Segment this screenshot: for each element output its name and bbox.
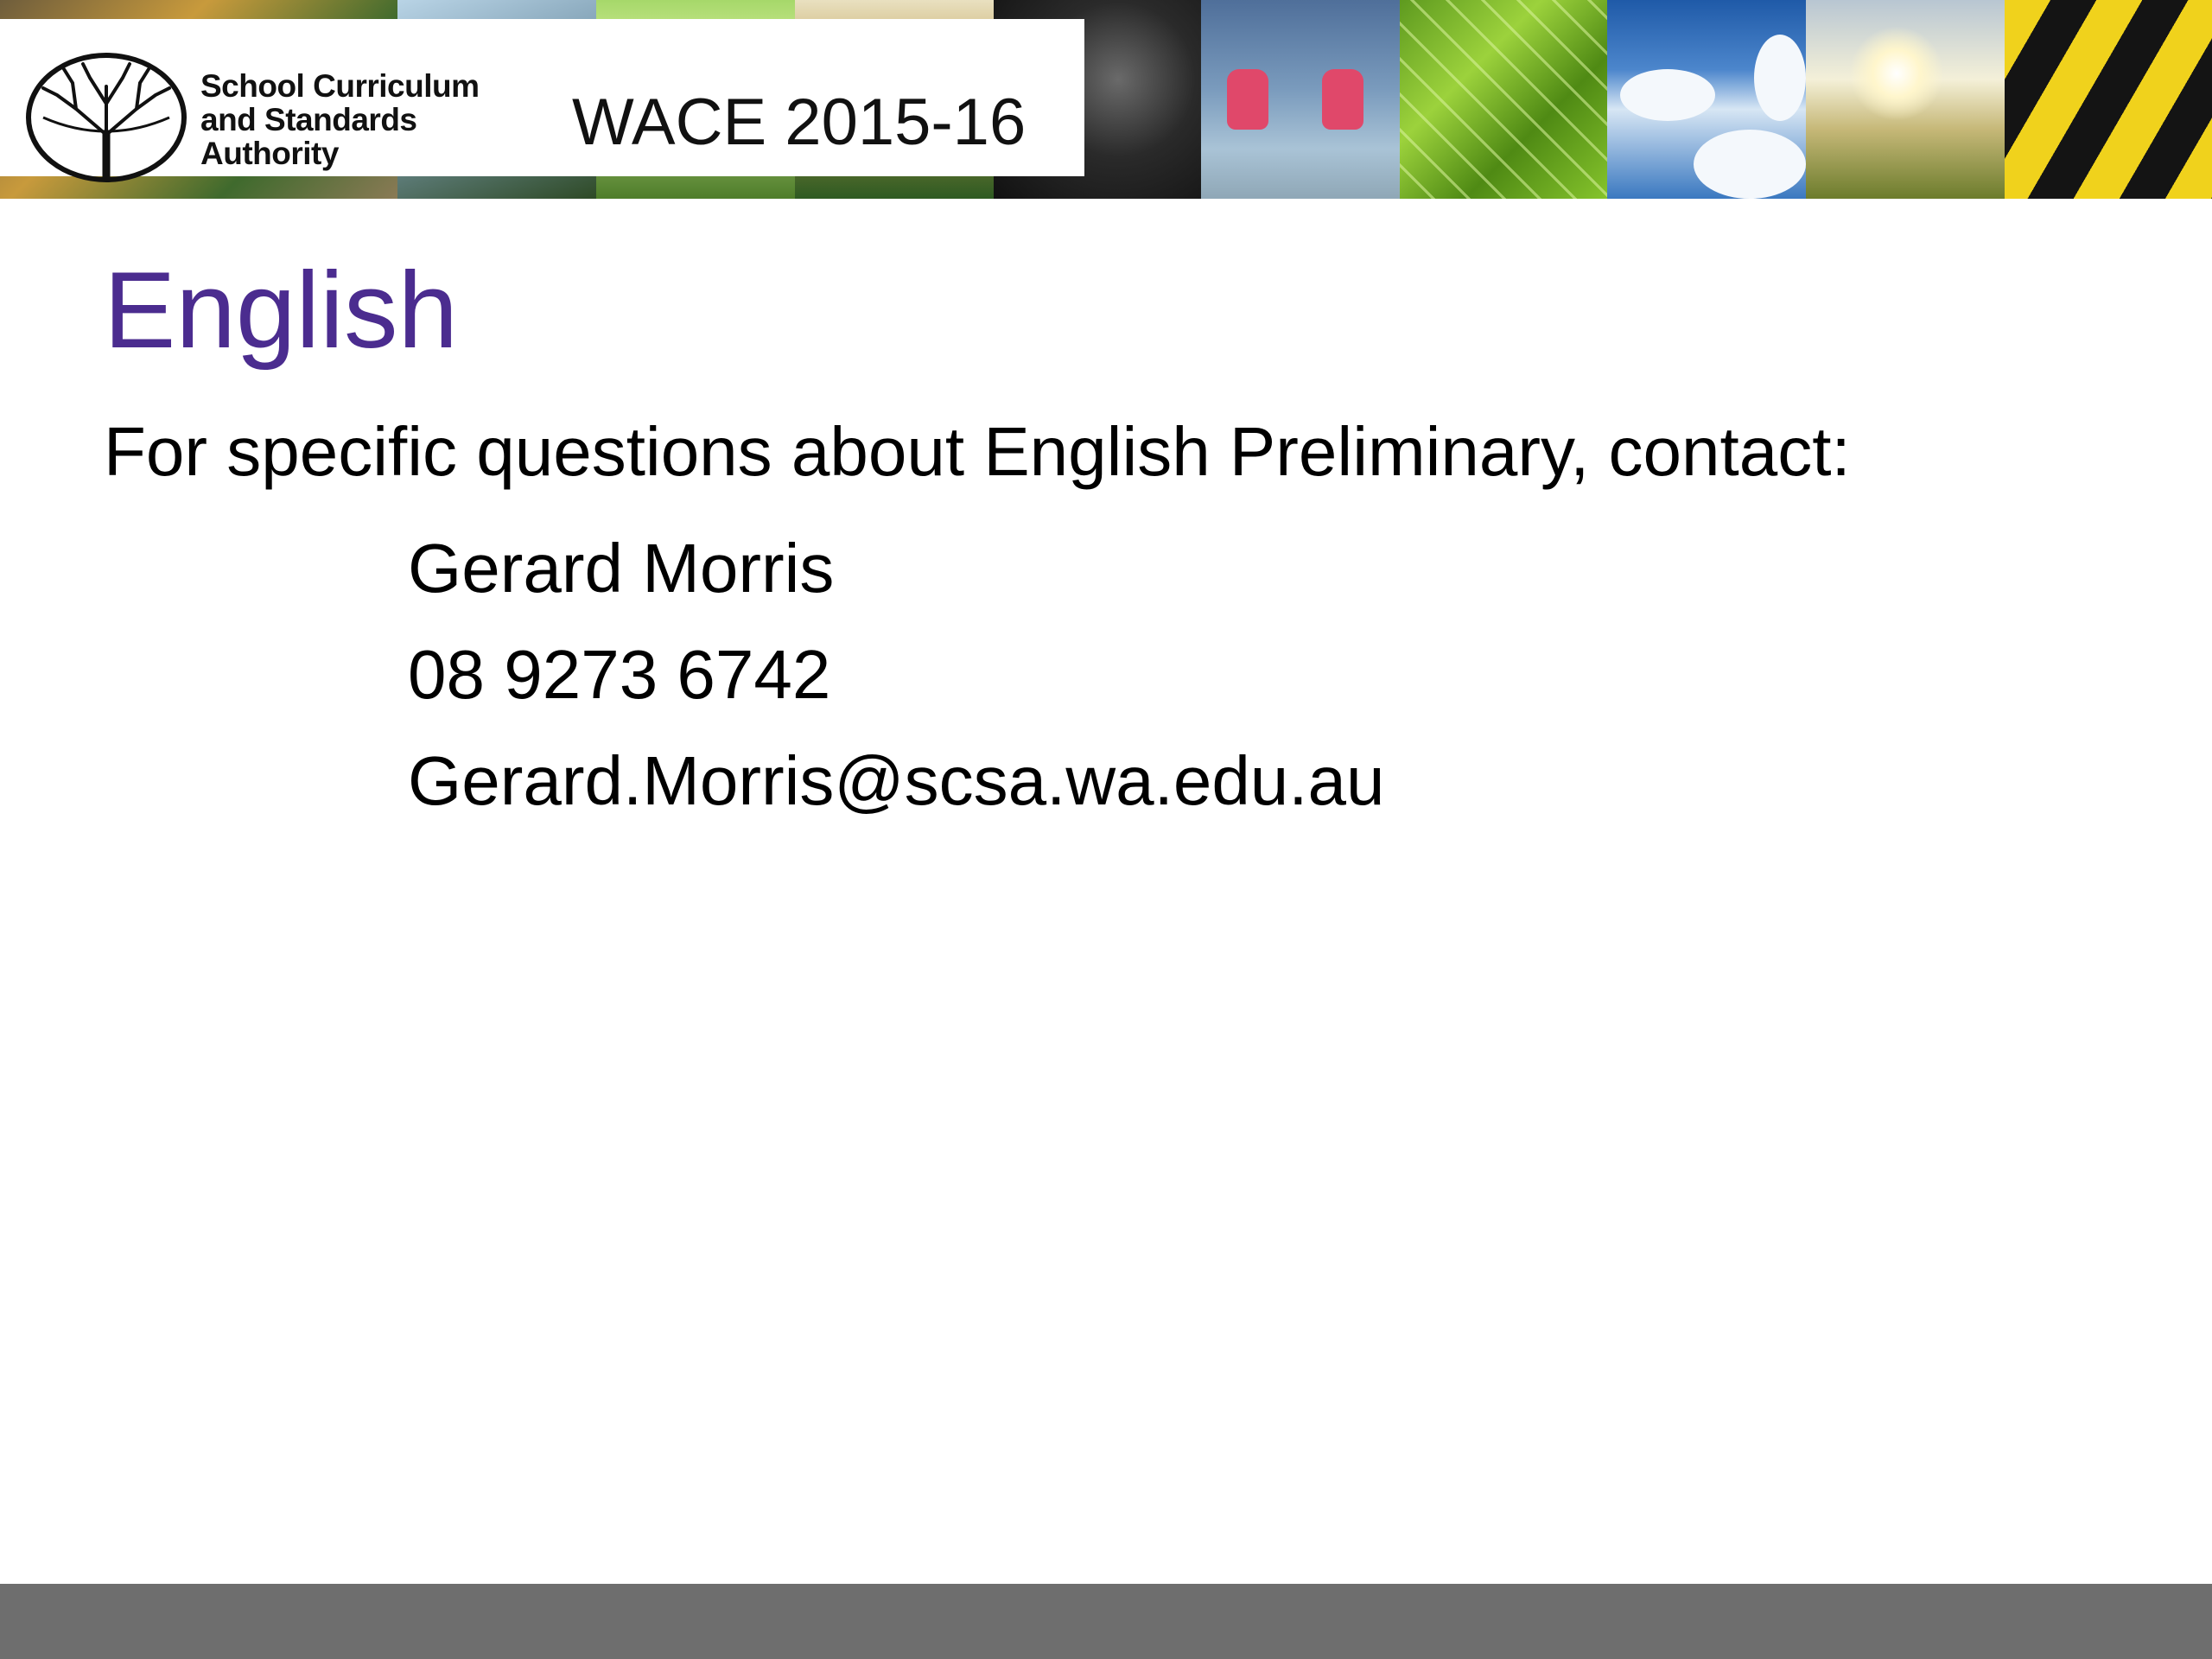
authority-name: School Curriculum and Standards Authorit… (200, 69, 529, 170)
authority-name-line: Authority (200, 136, 339, 171)
contact-email: Gerard.Morris@scsa.wa.edu.au (408, 742, 1385, 819)
sneaker-shape (1227, 69, 1268, 130)
contact-phone: 08 9273 6742 (408, 636, 831, 713)
authority-name-line: School Curriculum (200, 68, 480, 104)
cloud-shape (1754, 35, 1806, 121)
tree-logo-icon (26, 53, 187, 182)
banner-title: WACE 2015-16 (572, 86, 1027, 159)
slide: School Curriculum and Standards Authorit… (0, 0, 2212, 1659)
intro-text: For specific questions about English Pre… (104, 413, 1851, 490)
leaf-vein-texture (1400, 0, 1607, 199)
contact-block: Gerard Morris 08 9273 6742 Gerard.Morris… (408, 515, 1385, 834)
logo-panel: School Curriculum and Standards Authorit… (0, 19, 1084, 182)
contact-name: Gerard Morris (408, 530, 835, 607)
header-banner: School Curriculum and Standards Authorit… (0, 0, 2212, 199)
sun-shape (1849, 26, 1944, 121)
cloud-shape (1620, 69, 1715, 121)
banner-photo-hazard-stripes (2005, 0, 2212, 199)
sneaker-shape (1322, 69, 1363, 130)
footer-bar (0, 1584, 2212, 1659)
cloud-shape (1694, 130, 1806, 199)
authority-name-line: and Standards (200, 102, 417, 137)
slide-title: English (104, 251, 458, 371)
